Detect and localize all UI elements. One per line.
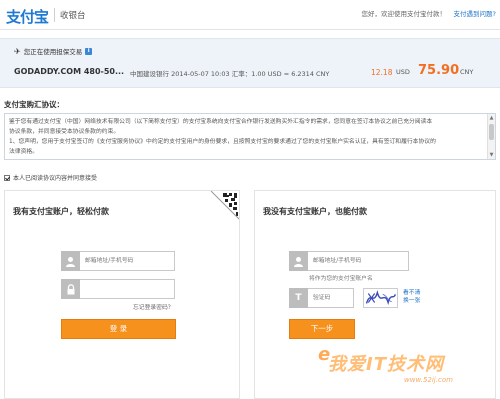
payment-amount: 75.90	[418, 63, 460, 78]
agreement-line: 鉴于您有通过支付宝（中国）网络技术有限公司（以下简称支付宝）的支付宝系统向支付宝…	[9, 119, 433, 125]
agreement-title: 支付宝购汇协议：	[4, 100, 64, 109]
escrow-note-text: 您正在使用担保交易	[23, 48, 83, 56]
user-icon	[289, 251, 308, 271]
header-divider	[54, 8, 55, 22]
scroll-down-arrow-icon[interactable]: ▼	[488, 151, 495, 159]
login-account-input[interactable]	[80, 251, 175, 271]
agreement-line: 法律资格。	[9, 149, 38, 155]
account-hint: 将作为您的支付宝账户名	[309, 276, 373, 282]
merchant-name: GODADDY.COM 480-50...	[14, 67, 125, 76]
agreement-line: 1、您声明，您用于支付宝签订的《支付宝服务协议》中约定的支付宝用户的身份要求，且…	[9, 139, 436, 145]
agreement-text: 鉴于您有通过支付宝（中国）网络技术有限公司（以下简称支付宝）的支付宝系统向支付宝…	[9, 117, 485, 157]
original-amount: 12.18	[371, 68, 393, 77]
agree-checkbox-label[interactable]: 本人已阅读协议内容并同意接受	[13, 173, 97, 182]
watermark-url: www.52ij.com	[404, 376, 453, 384]
header: 支付宝 收银台 您好，欢迎使用支付宝付款！ 支付遇到问题?	[0, 0, 500, 30]
captcha-refresh-link[interactable]: 看不清 换一张	[403, 289, 420, 305]
escrow-note: ✈ 您正在使用担保交易 i	[14, 46, 93, 56]
guest-account-row	[289, 251, 409, 271]
lock-icon	[61, 279, 80, 299]
login-password-input[interactable]	[80, 279, 175, 299]
text-t-icon: T	[289, 288, 308, 308]
order-info: 中国建设银行 2014-05-07 10:03 汇率：1.00 USD = 6.…	[130, 70, 330, 78]
welcome-text: 您好，欢迎使用支付宝付款！	[361, 10, 447, 18]
payment-currency: CNY	[460, 68, 474, 76]
next-step-button[interactable]: 下一步	[289, 319, 355, 339]
qr-code-icon[interactable]	[209, 191, 239, 221]
login-panel-title: 我有支付宝账户，轻松付款	[13, 207, 109, 216]
agreement-consent[interactable]: 本人已阅读协议内容并同意接受	[4, 173, 97, 182]
login-password-row	[61, 279, 175, 299]
login-account-row	[61, 251, 175, 271]
user-icon	[61, 251, 80, 271]
agreement-scrollbar[interactable]: ▲ ▼	[487, 114, 495, 159]
agree-checkbox[interactable]	[4, 174, 10, 181]
agreement-box[interactable]: 鉴于您有通过支付宝（中国）网络技术有限公司（以下简称支付宝）的支付宝系统向支付宝…	[4, 113, 496, 160]
forgot-password-link[interactable]: 忘记登录密码？	[133, 302, 174, 311]
info-icon[interactable]: i	[85, 47, 93, 55]
alipay-logo[interactable]: 支付宝	[6, 6, 49, 27]
captcha-image[interactable]	[363, 288, 398, 308]
page-title: 收银台	[60, 11, 86, 21]
login-button[interactable]: 登 录	[61, 319, 176, 339]
order-summary: ✈ 您正在使用担保交易 i GODADDY.COM 480-50... 中国建设…	[0, 38, 500, 88]
agreement-line: 协议条款，并同意接受本协议条款的约束。	[9, 129, 120, 135]
watermark-text: 我爱IT技术网	[328, 354, 444, 375]
captcha-refresh-line[interactable]: 看不清	[403, 289, 420, 297]
help-link[interactable]: 支付遇到问题?	[454, 8, 496, 18]
captcha-row: T	[289, 288, 354, 308]
scrollbar-thumb[interactable]	[489, 124, 494, 140]
guest-panel-title: 我没有支付宝账户，也能付款	[263, 207, 367, 216]
guest-account-input[interactable]	[308, 251, 409, 271]
captcha-refresh-line[interactable]: 换一张	[403, 297, 420, 305]
plane-icon: ✈	[14, 46, 21, 56]
login-panel: 我有支付宝账户，轻松付款 忘记登录密码？ 登 录	[4, 190, 240, 399]
original-currency: USD	[396, 68, 410, 76]
captcha-input[interactable]	[308, 288, 354, 308]
scroll-up-arrow-icon[interactable]: ▲	[488, 114, 495, 122]
